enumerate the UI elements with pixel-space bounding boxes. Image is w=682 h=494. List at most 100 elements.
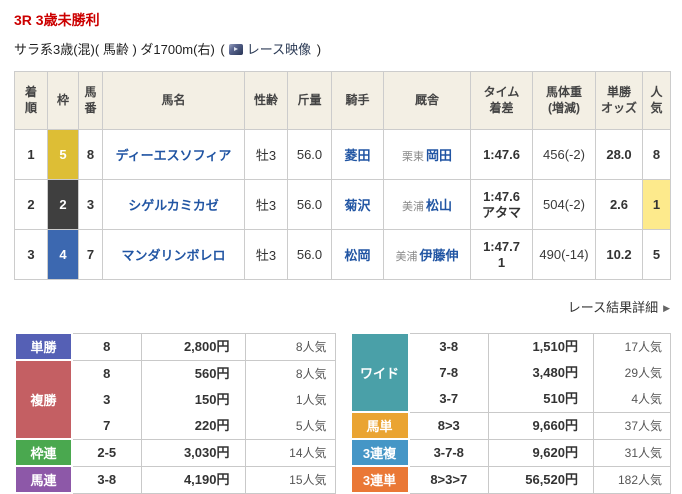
horse-weight: 504(-2)	[532, 179, 596, 230]
payout-type-label: 馬連	[14, 465, 73, 494]
payout-type-label: 3連複	[349, 438, 410, 467]
payout-combination: 3	[103, 391, 111, 407]
frame-number: 5	[47, 129, 79, 180]
sex-age: 牡3	[244, 229, 288, 280]
payout-amount: 3,480円	[532, 364, 578, 380]
payout-combination: 8>3>7	[430, 471, 468, 487]
finish-time: 1:47.7	[483, 238, 520, 254]
time-margin-cell: 1:47.6 アタマ	[470, 179, 533, 230]
sex-age: 牡3	[244, 129, 288, 180]
finish-position: 1	[14, 129, 48, 180]
payout-popularity: 5人気	[295, 418, 327, 433]
payout-combination: 7-8	[439, 364, 459, 380]
payout-popularity: 8人気	[295, 339, 327, 354]
race-results-table: 着 順 枠 馬 番 馬名 性齢 斤量 騎手 厩舎 タイム 着差 馬体重 (増減)…	[14, 71, 671, 280]
horse-name-link[interactable]: シゲルカミカゼ	[128, 198, 219, 213]
margin: アタマ	[481, 204, 521, 220]
payout-amount: 560円	[194, 365, 230, 381]
race-result-page: 3R 3歳未勝利 サラ系3歳(混)( 馬齢 ) ダ1700m(右) (レース映像…	[0, 0, 682, 494]
finish-time: 1:47.6	[483, 188, 520, 204]
payout-popularity: 182人気	[617, 472, 662, 487]
horse-name-cell: ディーエスソフィア	[102, 129, 245, 180]
col-frame: 枠	[47, 71, 79, 130]
payout-section-quinella: 馬連 3-8 4,190円 15人気	[14, 465, 336, 494]
payout-popularity: 37人気	[624, 418, 662, 433]
payout-popularity: 8人気	[295, 366, 327, 381]
payout-amount: 150円	[194, 391, 230, 407]
horse-number: 3	[78, 179, 103, 230]
win-odds: 28.0	[595, 129, 643, 180]
payout-combination: 8	[103, 338, 111, 354]
jockey-link[interactable]: 松岡	[344, 248, 370, 263]
payout-amount: 510円	[543, 390, 578, 406]
race-video-link[interactable]: レース映像	[247, 42, 311, 57]
result-row: 3 4 7 マンダリンボレロ 牡3 56.0 松岡 美浦 伊藤伸 1:47.7 1 …	[14, 229, 671, 280]
win-odds: 10.2	[595, 229, 643, 280]
jockey-link[interactable]: 菱田	[344, 148, 370, 163]
video-camera-icon	[228, 44, 243, 55]
payout-combination: 8	[103, 365, 111, 381]
payout-popularity: 4人気	[631, 391, 662, 406]
carried-weight: 56.0	[287, 129, 332, 180]
payout-type-label: ワイド	[349, 332, 410, 413]
jockey-cell: 菱田	[331, 129, 384, 180]
payout-combination: 3-7	[439, 390, 459, 406]
col-horse-name: 馬名	[102, 71, 245, 130]
col-popularity: 人 気	[642, 71, 671, 130]
race-title: 3R 3歳未勝利	[14, 12, 100, 28]
payout-amount: 220円	[194, 417, 230, 433]
horse-name-link[interactable]: マンダリンボレロ	[121, 248, 225, 263]
payout-popularity: 29人気	[624, 365, 662, 380]
trainer-link[interactable]: 岡田	[426, 148, 452, 163]
arrow-right-icon: ▶	[663, 303, 670, 313]
carried-weight: 56.0	[287, 229, 332, 280]
payout-combination: 3-7-8	[433, 444, 464, 460]
payout-combination: 2-5	[97, 444, 117, 460]
win-odds: 2.6	[595, 179, 643, 230]
payout-amount: 9,660円	[532, 417, 578, 433]
results-header-row: 着 順 枠 馬 番 馬名 性齢 斤量 騎手 厩舎 タイム 着差 馬体重 (増減)…	[14, 71, 671, 130]
race-result-detail-label: レース結果詳細	[567, 300, 659, 315]
jockey-cell: 菊沢	[331, 179, 384, 230]
col-horse-weight: 馬体重 (増減)	[532, 71, 596, 130]
race-result-detail-link[interactable]: レース結果詳細 ▶	[568, 300, 670, 315]
col-jockey: 騎手	[331, 71, 384, 130]
finish-time: 1:47.6	[483, 146, 520, 162]
payout-type-label: 3連単	[349, 465, 410, 494]
jockey-cell: 松岡	[331, 229, 384, 280]
time-margin-cell: 1:47.7 1	[470, 229, 533, 280]
frame-number: 4	[47, 229, 79, 280]
stable-cell: 美浦 伊藤伸	[383, 229, 471, 280]
trainer-link[interactable]: 伊藤伸	[419, 248, 458, 263]
result-detail-link-row: レース結果詳細 ▶	[14, 297, 670, 316]
payout-type-label: 枠連	[14, 438, 73, 467]
jockey-link[interactable]: 菊沢	[344, 198, 370, 213]
payout-section-place: 複勝 8 3 7 560円 150円 220円 8人気 1人気 5人気	[14, 359, 336, 440]
col-carried-weight: 斤量	[287, 71, 332, 130]
trainer-link[interactable]: 松山	[426, 198, 452, 213]
race-conditions-text: サラ系3歳(混)( 馬齢 ) ダ1700m(右)	[14, 42, 215, 57]
margin: 1	[497, 254, 506, 270]
carried-weight: 56.0	[287, 179, 332, 230]
payout-section-trifecta: 3連単 8>3>7 56,520円 182人気	[349, 465, 671, 494]
paren-close: )	[316, 42, 322, 57]
stable-cell: 美浦 松山	[383, 179, 471, 230]
horse-name-link[interactable]: ディーエスソフィア	[116, 148, 232, 163]
payout-table-left: 単勝 8 2,800円 8人気 複勝 8 3 7 560円 150円 220円 …	[14, 332, 336, 494]
col-time-margin: タイム 着差	[470, 71, 533, 130]
payout-combination: 7	[103, 417, 111, 433]
finish-position: 2	[14, 179, 48, 230]
sex-age: 牡3	[244, 179, 288, 230]
payout-table-right: ワイド 3-8 7-8 3-7 1,510円 3,480円 510円 17人気 …	[349, 332, 671, 494]
payout-section-bracket-quinella: 枠連 2-5 3,030円 14人気	[14, 438, 336, 467]
stable-cell: 栗東 岡田	[383, 129, 471, 180]
payout-combination: 8>3	[437, 417, 460, 433]
popularity: 1	[642, 179, 671, 230]
payout-type-label: 馬単	[349, 411, 410, 440]
payout-section-trio: 3連複 3-7-8 9,620円 31人気	[349, 438, 671, 467]
payout-section-win: 単勝 8 2,800円 8人気	[14, 332, 336, 361]
frame-number: 2	[47, 179, 79, 230]
payout-type-label: 単勝	[14, 332, 73, 361]
result-row: 2 2 3 シゲルカミカゼ 牡3 56.0 菊沢 美浦 松山 1:47.6 アタマ …	[14, 179, 671, 230]
popularity: 5	[642, 229, 671, 280]
